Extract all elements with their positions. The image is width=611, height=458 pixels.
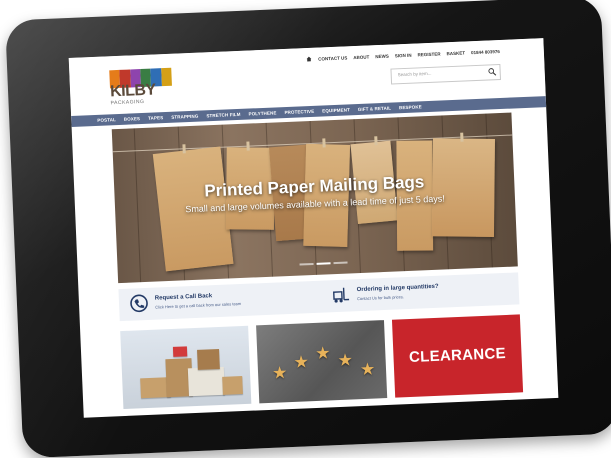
slider-dot-active[interactable]	[317, 262, 331, 265]
search-icon[interactable]	[487, 67, 496, 76]
tape-roll	[173, 346, 187, 357]
website-screen: KILBY PACKAGING CONTACT US ABOUT NEWS SI…	[69, 38, 559, 418]
star-icon: ★	[315, 344, 331, 362]
cat-postal[interactable]: POSTAL	[97, 117, 116, 123]
topnav-about[interactable]: ABOUT	[353, 54, 369, 60]
top-navigation: CONTACT US ABOUT NEWS SIGN IN REGISTER B…	[306, 48, 500, 62]
clothes-peg	[182, 144, 185, 153]
clothes-peg	[460, 133, 463, 142]
tablet-device: KILBY PACKAGING CONTACT US ABOUT NEWS SI…	[5, 0, 611, 458]
forklift-icon	[330, 284, 351, 305]
clearance-tile[interactable]: CLEARANCE	[392, 314, 523, 397]
search-box[interactable]: Search by item...	[390, 64, 501, 85]
reviews-tile[interactable]: ★ ★ ★ ★ ★	[256, 320, 387, 403]
cardboard-box	[197, 349, 220, 370]
cat-equipment[interactable]: EQUIPMENT	[322, 107, 350, 113]
cat-strapping[interactable]: STRAPPING	[171, 114, 198, 120]
kilby-logo[interactable]: KILBY PACKAGING	[109, 68, 173, 113]
bulk-order-title: Ordering in large quantities?	[357, 284, 439, 293]
topnav-contact[interactable]: CONTACT US	[318, 55, 347, 61]
clothes-peg	[322, 138, 325, 147]
cat-protective[interactable]: PROTECTIVE	[284, 109, 314, 115]
search-input[interactable]: Search by item...	[398, 71, 432, 77]
clothes-peg	[246, 142, 249, 151]
topnav-basket[interactable]: BASKET	[446, 50, 465, 56]
cardboard-box	[222, 376, 243, 395]
clothes-peg	[374, 136, 377, 145]
bulk-order-link[interactable]: Ordering in large quantities? Contact Us…	[326, 276, 517, 308]
cat-polythene[interactable]: POLYTHENE	[248, 110, 276, 116]
cat-boxes[interactable]: BOXES	[124, 116, 140, 122]
phone-icon	[129, 293, 150, 314]
topnav-news[interactable]: NEWS	[375, 53, 389, 59]
products-tile[interactable]	[120, 326, 251, 409]
topnav-register[interactable]: REGISTER	[417, 51, 440, 57]
callback-text: Click Here to get a call back from our s…	[155, 301, 241, 310]
star-icon: ★	[293, 353, 309, 371]
callback-link[interactable]: Request a Call Back Click Here to get a …	[125, 285, 316, 317]
cat-stretch-film[interactable]: STRETCH FILM	[206, 112, 240, 118]
phone-number[interactable]: 01844 803976	[471, 48, 500, 54]
star-icon: ★	[337, 351, 353, 369]
logo-subtitle: PACKAGING	[111, 98, 173, 107]
cat-tapes[interactable]: TAPES	[148, 115, 163, 121]
home-icon[interactable]	[306, 56, 312, 62]
cat-gift-retail[interactable]: GIFT & RETAIL	[358, 106, 391, 112]
topnav-signin[interactable]: SIGN IN	[395, 52, 412, 58]
bulk-order-text: Contact Us for bulk prices.	[357, 294, 404, 301]
star-icon: ★	[360, 360, 376, 378]
star-icon: ★	[272, 364, 288, 382]
cat-bespoke[interactable]: BESPOKE	[399, 104, 422, 110]
hero-banner[interactable]: Printed Paper Mailing Bags Small and lar…	[112, 113, 518, 284]
packaging-stack	[188, 367, 225, 396]
clearance-label: CLEARANCE	[393, 344, 522, 366]
callback-title: Request a Call Back	[155, 293, 213, 301]
